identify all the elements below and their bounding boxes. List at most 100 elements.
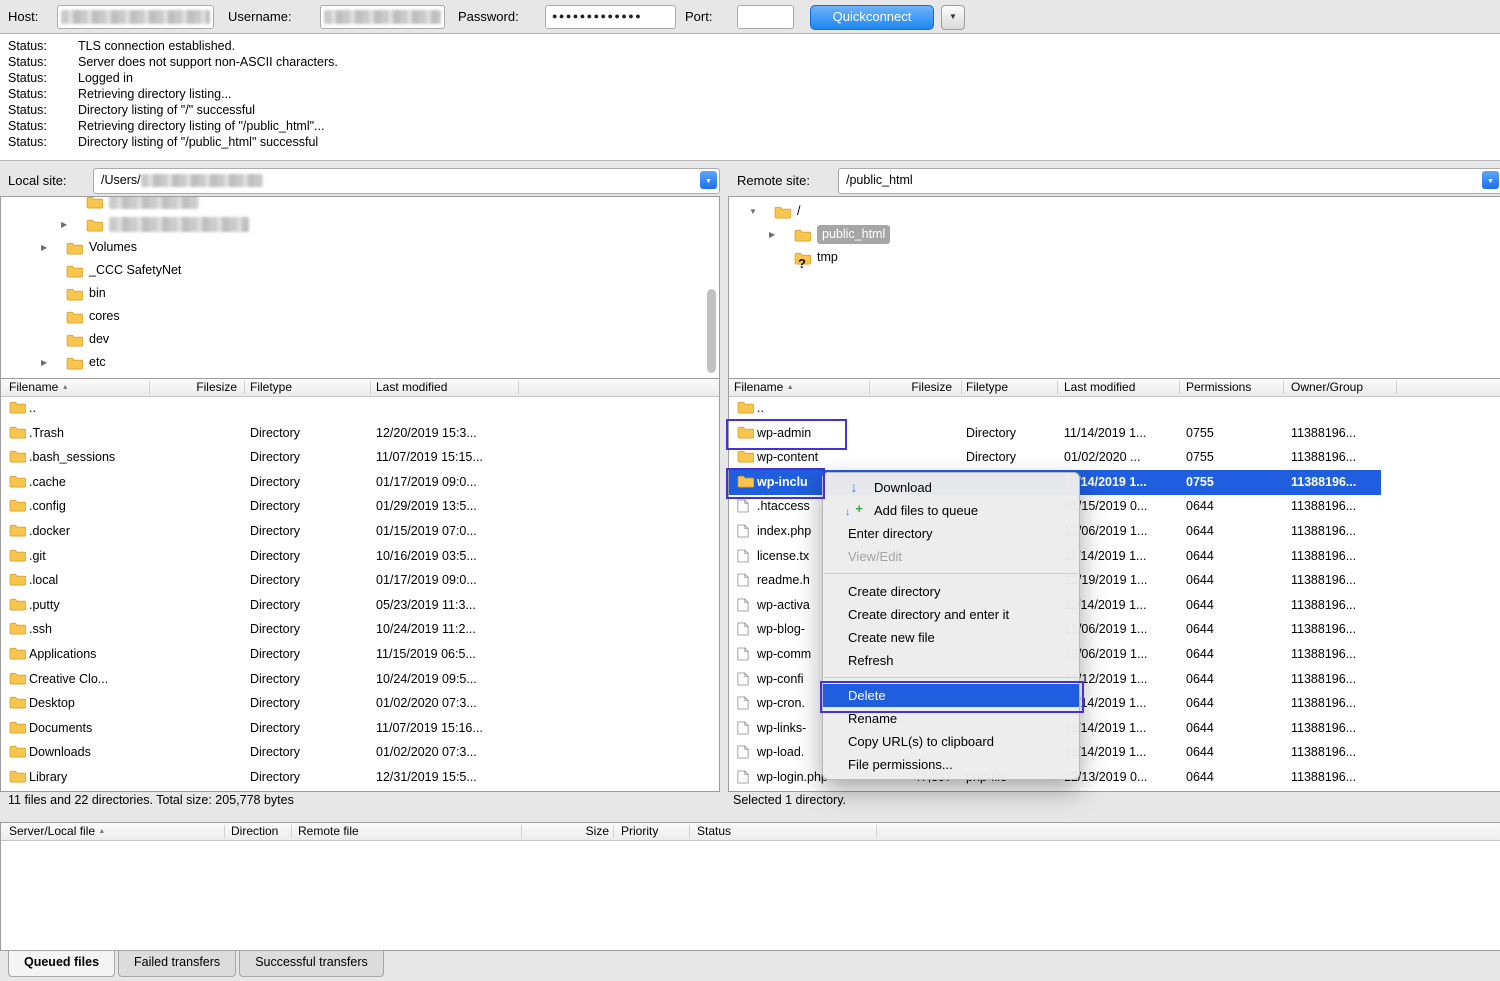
column-header-permissions[interactable]: Permissions xyxy=(1186,379,1274,396)
folder-icon xyxy=(9,573,26,586)
column-header-filesize[interactable]: Filesize xyxy=(151,379,237,396)
column-resize-handle[interactable] xyxy=(291,825,292,838)
menu-item-delete[interactable]: Delete xyxy=(823,684,1079,707)
column-header-filesize[interactable]: Filesize xyxy=(872,379,952,396)
menu-item-create-directory-and-enter-it[interactable]: Create directory and enter it xyxy=(823,603,1079,626)
tree-item-bin[interactable]: bin xyxy=(1,282,719,305)
menu-item-add-files-to-queue[interactable]: ↓+Add files to queue xyxy=(823,499,1079,522)
column-resize-handle[interactable] xyxy=(613,825,614,838)
column-header-filetype[interactable]: Filetype xyxy=(250,379,362,396)
menu-item-copy-url-s-to-clipboard[interactable]: Copy URL(s) to clipboard xyxy=(823,730,1079,753)
tree-item-public-html[interactable]: ▶public_html xyxy=(729,223,1500,246)
column-resize-handle[interactable] xyxy=(1057,381,1058,394)
file-row-library[interactable]: LibraryDirectory12/31/2019 15:5... xyxy=(1,765,719,790)
file-row-desktop[interactable]: DesktopDirectory01/02/2020 07:3... xyxy=(1,691,719,716)
file-row-git[interactable]: .gitDirectory10/16/2019 03:5... xyxy=(1,544,719,569)
file-row-ssh[interactable]: .sshDirectory10/24/2019 11:2... xyxy=(1,617,719,642)
file-row-docker[interactable]: .dockerDirectory01/15/2019 07:0... xyxy=(1,519,719,544)
file-icon xyxy=(737,549,754,562)
menu-item-enter-directory[interactable]: Enter directory xyxy=(823,522,1079,545)
disclosure-triangle-icon[interactable]: ▶ xyxy=(41,351,47,374)
cell-perms: 0644 xyxy=(1186,667,1246,692)
cell-type: Directory xyxy=(250,617,368,642)
column-resize-handle[interactable] xyxy=(961,381,962,394)
file-row-putty[interactable]: .puttyDirectory05/23/2019 11:3... xyxy=(1,593,719,618)
log-message: Directory listing of "/public_html" succ… xyxy=(78,135,318,149)
file-row-wp-admin[interactable]: wp-adminDirectory11/14/2019 1...07551138… xyxy=(729,421,1500,446)
file-row-config[interactable]: .configDirectory01/29/2019 13:5... xyxy=(1,494,719,519)
file-row-applications[interactable]: ApplicationsDirectory11/15/2019 06:5... xyxy=(1,642,719,667)
cell-type: Directory xyxy=(250,568,368,593)
column-header-filename[interactable]: Filename ▲ xyxy=(9,379,139,396)
disclosure-triangle-icon[interactable]: ▶ xyxy=(41,236,47,259)
column-resize-handle[interactable] xyxy=(518,381,519,394)
port-input[interactable] xyxy=(737,5,794,29)
password-input[interactable]: ●●●●●●●●●●●●● xyxy=(545,5,676,29)
column-resize-handle[interactable] xyxy=(521,825,522,838)
tree-item-blurred[interactable]: ▶ xyxy=(1,213,719,236)
tree-item-item[interactable]: ▼/ xyxy=(729,200,1500,223)
file-row-trash[interactable]: .TrashDirectory12/20/2019 15:3... xyxy=(1,421,719,446)
cell-owner: 11388196... xyxy=(1291,494,1379,519)
file-row-item[interactable]: .. xyxy=(729,396,1500,421)
column-resize-handle[interactable] xyxy=(224,825,225,838)
disclosure-triangle-icon[interactable]: ▶ xyxy=(769,223,775,246)
tree-item-blurred[interactable] xyxy=(1,196,719,213)
quickconnect-button[interactable]: Quickconnect xyxy=(810,5,934,30)
column-resize-handle[interactable] xyxy=(1179,381,1180,394)
column-header-remote-file[interactable]: Remote file xyxy=(298,823,516,840)
tab-queued-files[interactable]: Queued files xyxy=(8,950,115,977)
file-row-local[interactable]: .localDirectory01/17/2019 09:0... xyxy=(1,568,719,593)
local-combo-dropdown-button[interactable]: ▼ xyxy=(700,171,717,189)
menu-item-rename[interactable]: Rename xyxy=(823,707,1079,730)
file-row-cache[interactable]: .cacheDirectory01/17/2019 09:0... xyxy=(1,470,719,495)
menu-item-download[interactable]: ↓Download xyxy=(823,476,1079,499)
disclosure-triangle-icon[interactable]: ▶ xyxy=(61,213,67,236)
column-header-direction[interactable]: Direction xyxy=(231,823,287,840)
tree-item-ccc-safetynet[interactable]: _CCC SafetyNet xyxy=(1,259,719,282)
tree-item-dev[interactable]: dev xyxy=(1,328,719,351)
column-header-last-modified[interactable]: Last modified xyxy=(1064,379,1176,396)
column-resize-handle[interactable] xyxy=(370,381,371,394)
quickconnect-dropdown-button[interactable]: ▼ xyxy=(941,5,965,30)
column-resize-handle[interactable] xyxy=(869,381,870,394)
file-row-item[interactable]: .. xyxy=(1,396,719,421)
tree-item-volumes[interactable]: ▶Volumes xyxy=(1,236,719,259)
file-row-documents[interactable]: DocumentsDirectory11/07/2019 15:16... xyxy=(1,716,719,741)
menu-item-create-directory[interactable]: Create directory xyxy=(823,580,1079,603)
remote-site-path-combo[interactable]: /public_html ▼ xyxy=(838,168,1500,194)
column-header-status[interactable]: Status xyxy=(697,823,871,840)
remote-combo-dropdown-button[interactable]: ▼ xyxy=(1482,171,1499,189)
menu-item-file-permissions[interactable]: File permissions... xyxy=(823,753,1079,776)
menu-item-refresh[interactable]: Refresh xyxy=(823,649,1079,672)
column-header-size[interactable]: Size xyxy=(541,823,609,840)
host-input[interactable] xyxy=(57,5,214,29)
local-site-path-combo[interactable]: /Users/ ▼ xyxy=(93,168,720,194)
tree-item-etc[interactable]: ▶etc xyxy=(1,351,719,374)
menu-item-create-new-file[interactable]: Create new file xyxy=(823,626,1079,649)
column-resize-handle[interactable] xyxy=(149,381,150,394)
file-row-wp-content[interactable]: wp-contentDirectory01/02/2020 ...0755113… xyxy=(729,445,1500,470)
file-row-creative-clo[interactable]: Creative Clo...Directory10/24/2019 09:5.… xyxy=(1,667,719,692)
file-row-downloads[interactable]: DownloadsDirectory01/02/2020 07:3... xyxy=(1,740,719,765)
column-resize-handle[interactable] xyxy=(876,825,877,838)
column-resize-handle[interactable] xyxy=(689,825,690,838)
column-header-server-local-file[interactable]: Server/Local file ▲ xyxy=(9,823,219,840)
column-resize-handle[interactable] xyxy=(1396,381,1397,394)
column-resize-handle[interactable] xyxy=(1283,381,1284,394)
log-status-prefix: Status: xyxy=(0,102,78,118)
column-header-priority[interactable]: Priority xyxy=(621,823,683,840)
tab-failed-transfers[interactable]: Failed transfers xyxy=(118,950,236,977)
tree-item-cores[interactable]: cores xyxy=(1,305,719,328)
tree-item-tmp[interactable]: ?tmp xyxy=(729,246,1500,269)
file-row-bash-sessions[interactable]: .bash_sessionsDirectory11/07/2019 15:15.… xyxy=(1,445,719,470)
column-header-filetype[interactable]: Filetype xyxy=(966,379,1054,396)
port-label: Port: xyxy=(685,9,712,24)
column-header-last-modified[interactable]: Last modified xyxy=(376,379,514,396)
column-header-owner-group[interactable]: Owner/Group xyxy=(1291,379,1391,396)
tab-successful-transfers[interactable]: Successful transfers xyxy=(239,950,384,977)
column-resize-handle[interactable] xyxy=(244,381,245,394)
username-input[interactable] xyxy=(320,5,445,29)
disclosure-triangle-icon[interactable]: ▼ xyxy=(749,200,757,223)
column-header-filename[interactable]: Filename ▲ xyxy=(734,379,862,396)
